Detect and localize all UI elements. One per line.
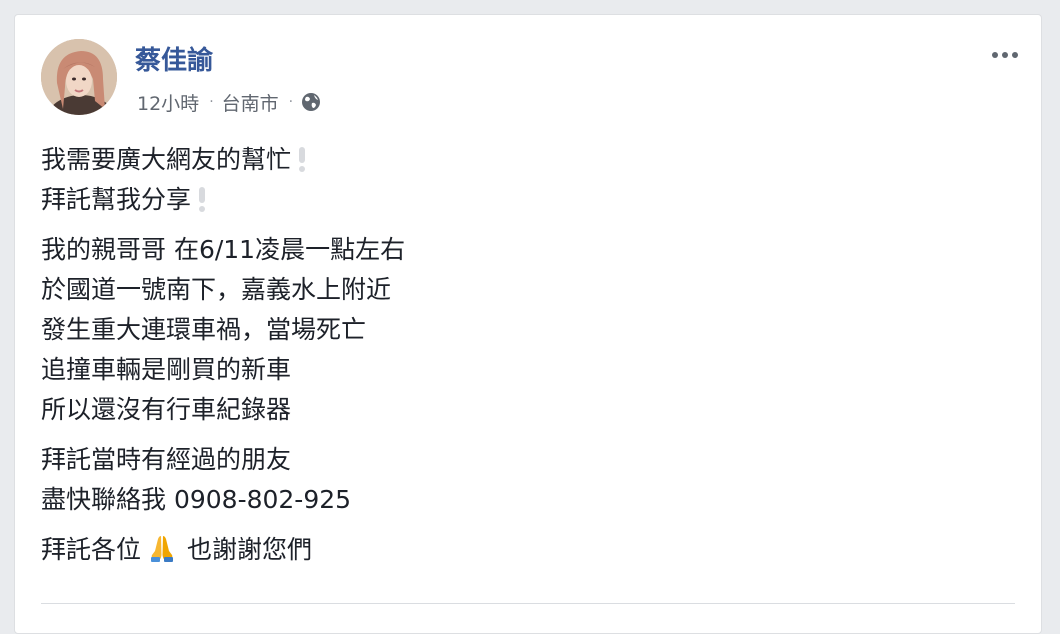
post-paragraph: 我需要廣大網友的幫忙 拜託幫我分享 [41, 140, 941, 220]
exclamation-icon [199, 187, 206, 212]
meta-separator: · [209, 94, 214, 110]
thanks-text: 也謝謝您們 [187, 535, 313, 564]
meta-separator: · [288, 94, 294, 110]
post-paragraph: 拜託當時有經過的朋友 盡快聯絡我 0908-802-925 [41, 440, 941, 520]
more-options-button[interactable] [987, 43, 1023, 67]
post-line: 拜託幫我分享 [41, 180, 941, 220]
more-options-icon [1002, 52, 1008, 58]
closing-text: 拜託各位 [41, 535, 142, 564]
post-line: 我需要廣大網友的幫忙 [41, 140, 941, 180]
post-line: 盡快聯絡我 0908-802-925 [41, 485, 352, 514]
post-card: 蔡佳諭 12小時 · 台南市 · 我需要廣大網友的幫忙 拜託幫我分享 我的親哥哥… [14, 14, 1042, 634]
post-text: 我需要廣大網友的幫忙 拜託幫我分享 我的親哥哥 在6/11凌晨一點左右 於國道一… [41, 140, 941, 570]
location-link[interactable]: 台南市 [222, 89, 279, 116]
globe-icon[interactable] [301, 92, 321, 112]
timestamp-link[interactable]: 12小時 [137, 89, 199, 116]
post-line: 於國道一號南下，嘉義水上附近 [41, 275, 392, 304]
post-line: 追撞車輛是剛買的新車 [41, 355, 292, 384]
author-name-link[interactable]: 蔡佳諭 [135, 45, 213, 77]
post-divider [41, 603, 1015, 604]
post-line: 拜託各位 也謝謝您們 [41, 530, 941, 570]
post-meta: 12小時 · 台南市 · [137, 88, 321, 116]
author-avatar[interactable] [41, 39, 117, 115]
exclamation-icon [299, 147, 306, 172]
post-paragraph: 我的親哥哥 在6/11凌晨一點左右 於國道一號南下，嘉義水上附近 發生重大連環車… [41, 230, 941, 430]
post-line: 拜託當時有經過的朋友 [41, 445, 292, 474]
more-options-icon [1012, 52, 1018, 58]
post-paragraph: 拜託各位 也謝謝您們 [41, 530, 941, 570]
avatar-photo [41, 39, 117, 115]
post-line: 所以還沒有行車紀錄器 [41, 395, 292, 424]
more-options-icon [992, 52, 998, 58]
post-line: 發生重大連環車禍，當場死亡 [41, 315, 367, 344]
post-line: 我的親哥哥 在6/11凌晨一點左右 [41, 235, 406, 264]
folded-hands-icon [147, 533, 177, 563]
